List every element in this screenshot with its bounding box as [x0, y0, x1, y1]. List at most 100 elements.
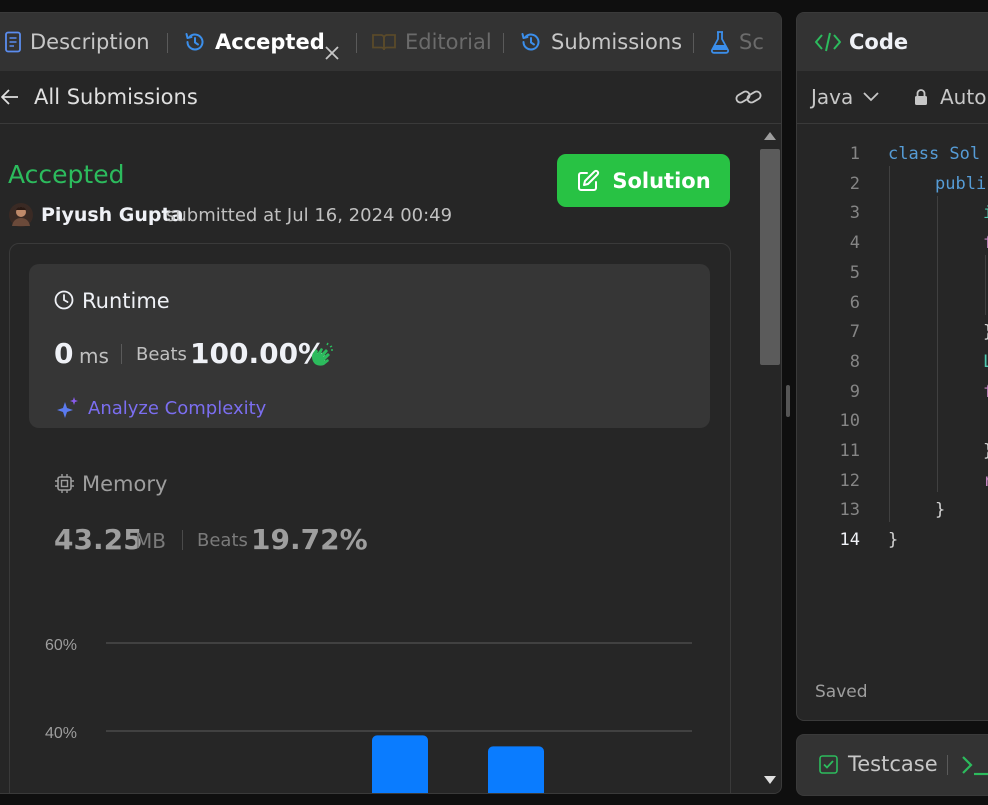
code-icon: [815, 32, 841, 52]
line-number: 12: [839, 470, 860, 491]
history-icon: [521, 33, 540, 51]
submitted-at: submitted at Jul 16, 2024 00:49: [166, 205, 453, 226]
runtime-value: 0: [54, 337, 74, 370]
runtime-beats-label: Beats: [136, 344, 187, 365]
memory-unit: MB: [135, 529, 166, 553]
y-tick-label: 60%: [45, 637, 77, 654]
code-line: }: [888, 437, 988, 467]
code-line: class Sol: [888, 144, 981, 164]
line-number: 2: [849, 173, 860, 194]
code-line: f: [888, 378, 988, 408]
divider: [121, 344, 122, 364]
runtime-card[interactable]: Runtime 0 ms Beats 100.00% Analyze Compl…: [29, 264, 710, 428]
line-number: 10: [839, 411, 860, 432]
lock-icon: [915, 89, 927, 105]
code-line: f: [888, 229, 988, 259]
tab-divider: [693, 33, 694, 53]
language-label: Java: [811, 85, 854, 109]
code-line: r: [888, 467, 988, 497]
line-number-gutter: 1 2 3 4 5 6 7 8 9 10 11 12 13 14: [810, 140, 860, 556]
testcase-panel: Testcase: [796, 734, 988, 796]
analyze-complexity-link[interactable]: Analyze Complexity: [88, 398, 266, 419]
divider: [182, 530, 183, 550]
solution-button[interactable]: Solution: [557, 154, 730, 207]
tab-description-label: Description: [30, 30, 150, 54]
clap-icon: [311, 342, 333, 366]
code-line: }: [888, 318, 988, 348]
close-icon[interactable]: [324, 45, 340, 61]
tab-description[interactable]: Description: [4, 13, 150, 71]
checkbox-icon: [819, 755, 838, 774]
history-icon: [185, 33, 204, 51]
saved-status: Saved: [815, 682, 868, 702]
tab-divider: [167, 33, 168, 53]
line-number: 8: [849, 351, 860, 372]
scroll-up-arrow-icon[interactable]: [763, 131, 777, 141]
terminal-icon[interactable]: [961, 753, 988, 777]
line-number-current: 14: [839, 530, 860, 551]
solution-button-label: Solution: [612, 168, 711, 193]
tab-accepted-label: Accepted: [215, 30, 325, 54]
sparkle-icon: [57, 397, 78, 418]
tab-editorial[interactable]: Editorial: [371, 13, 492, 71]
y-tick-label: 40%: [45, 725, 77, 742]
scroll-down-arrow-icon[interactable]: [763, 775, 777, 785]
runtime-unit: ms: [79, 344, 109, 368]
line-number: 3: [849, 203, 860, 224]
scrollbar-thumb[interactable]: [760, 149, 780, 365]
language-select[interactable]: Java: [811, 85, 879, 109]
code-line: i: [888, 199, 988, 229]
code-panel: Code Java Auto 1 2 3 4 5 6 7 8 9 10 11 1…: [796, 12, 988, 721]
panel-resize-handle[interactable]: [786, 385, 790, 417]
line-number: 5: [849, 262, 860, 283]
document-icon: [5, 31, 21, 53]
tab-submissions[interactable]: Submissions: [519, 13, 682, 71]
book-icon: [372, 34, 396, 51]
all-submissions-link[interactable]: All Submissions: [34, 85, 198, 109]
tab-editorial-label: Editorial: [405, 30, 492, 54]
tab-bar: Description Accepted Editorial Submissio…: [0, 13, 781, 71]
submission-status: Accepted: [8, 160, 125, 189]
link-icon[interactable]: [734, 84, 764, 110]
code-header: Code: [797, 13, 988, 71]
line-number: 11: [839, 441, 860, 462]
runtime-beats-value: 100.00%: [190, 337, 327, 370]
tab-accepted[interactable]: Accepted: [183, 13, 325, 71]
avatar[interactable]: [9, 203, 33, 227]
code-line: L: [888, 348, 988, 378]
submission-panel: Description Accepted Editorial Submissio…: [0, 12, 782, 794]
line-number: 13: [839, 500, 860, 521]
memory-title: Memory: [82, 472, 168, 496]
runtime-title: Runtime: [82, 289, 170, 313]
code-editor[interactable]: class Sol publi i f } L f } r } }: [888, 140, 988, 556]
line-number: 1: [849, 144, 860, 164]
flask-icon: [710, 31, 730, 54]
submission-subheader: All Submissions: [0, 71, 781, 124]
line-number: 7: [849, 322, 860, 343]
username[interactable]: Piyush Gupta: [41, 204, 183, 226]
edit-icon: [578, 169, 600, 191]
distribution-bar[interactable]: [372, 735, 428, 793]
arrow-left-icon[interactable]: [0, 87, 20, 107]
code-line: publi: [935, 173, 987, 194]
line-number: 9: [849, 381, 860, 402]
code-title: Code: [849, 30, 909, 54]
auto-label[interactable]: Auto: [940, 85, 986, 109]
tab-testcase[interactable]: Testcase: [848, 752, 938, 776]
line-number: 4: [849, 233, 860, 254]
tab-solutions[interactable]: Sc: [709, 13, 769, 71]
clock-icon: [54, 290, 74, 310]
code-line: }: [888, 530, 899, 551]
distribution-bar[interactable]: [488, 746, 544, 793]
memory-value: 43.25: [54, 523, 143, 556]
tab-solutions-label: Sc: [739, 30, 764, 54]
tab-divider: [947, 755, 948, 775]
tab-divider: [356, 33, 357, 53]
memory-beats-value: 19.72%: [251, 523, 368, 556]
memory-card[interactable]: Memory 43.25 MB Beats 19.72%: [29, 460, 710, 560]
chevron-down-icon: [863, 92, 879, 102]
code-line: }: [935, 500, 946, 521]
